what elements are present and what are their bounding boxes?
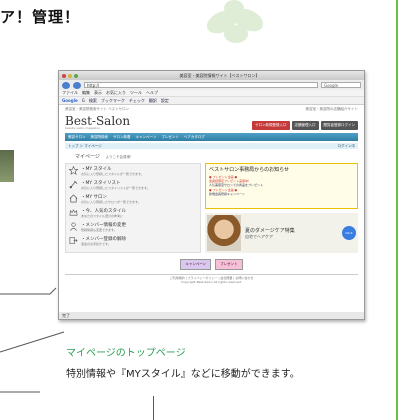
- search-input[interactable]: Google: [321, 82, 361, 88]
- site-top-note: 美容室・美容院検索サイト ベストサロン: [65, 107, 130, 111]
- banner-desc: 自宅でヘアケア: [245, 233, 273, 239]
- gnav-item[interactable]: プレゼント: [161, 135, 179, 140]
- gnav-item[interactable]: 美容院検索: [91, 135, 109, 140]
- leader-line: [0, 391, 40, 393]
- damage-care-banner[interactable]: 夏のダメージケア特集 自宅でヘアケア Click: [205, 213, 358, 253]
- banner-click-badge[interactable]: Click: [342, 226, 356, 240]
- gnav-item[interactable]: ヘアカタログ: [184, 135, 205, 140]
- salon-register-button[interactable]: サロン新規登録入口: [252, 121, 290, 130]
- breadcrumb: トップ ＞ マイページ ログイン中: [65, 143, 358, 149]
- page: ア！管理！ 美容室・美容院情報サイト【ベストサロン】 http:// Googl…: [0, 0, 411, 420]
- login-status: ログイン中: [337, 143, 356, 148]
- google-toolbar-item[interactable]: 翻訳: [149, 98, 157, 104]
- mypage-menu: ・MY スタイル お気に入り登録したスタイルが一覧できます。 ・MY スタイリスト…: [65, 163, 201, 253]
- person-icon: [70, 222, 77, 231]
- google-logo: Google: [62, 98, 78, 103]
- window-title: 美容室・美容院情報サイト【ベストサロン】: [179, 72, 260, 78]
- menu-item-member-info[interactable]: ・メンバー情報の変更 登録情報も変更できます。: [69, 222, 197, 232]
- store-admin-button[interactable]: 店舗管理入口: [291, 121, 319, 130]
- menu-edit[interactable]: 編集: [82, 90, 90, 96]
- gnav-item[interactable]: 美容サロン: [68, 135, 86, 140]
- connector-line: [153, 396, 154, 420]
- gnav-item[interactable]: サロン新着: [113, 135, 131, 140]
- menu-view[interactable]: 表示: [94, 90, 102, 96]
- global-nav: 美容サロン 美容院検索 サロン新着 キャンペーン プレゼント ヘアカタログ: [65, 133, 358, 141]
- site-footer: ご利用規約 | プライバシーポリシー | 会社概要 | お問い合わせ Copyr…: [65, 274, 358, 284]
- footer-copyright: Copyright Best-Salon All rights reserved…: [181, 280, 242, 284]
- mypage-title: マイページ ようこそ会員様！: [75, 154, 134, 160]
- minimize-window-icon[interactable]: [68, 73, 72, 78]
- crown-icon: [69, 209, 78, 216]
- star-icon: [69, 166, 78, 175]
- site-logo[interactable]: Best-Salon beauty salon magazine: [65, 115, 130, 130]
- banner-title: 夏のダメージケア特集: [245, 227, 295, 234]
- menu-favorites[interactable]: お気に入り: [106, 90, 126, 96]
- page-heading-fragment: ア！管理！: [0, 8, 81, 26]
- menu-file[interactable]: ファイル: [62, 90, 78, 96]
- left-edge-photo: [0, 150, 14, 182]
- menu-help[interactable]: ヘルプ: [146, 90, 158, 96]
- caption-title: マイページのトップページ: [66, 348, 186, 359]
- menu-item-my-salon[interactable]: ・MY サロン お気に入り登録したサロンが一覧できます。: [69, 194, 197, 204]
- caption-body: 特別情報や『MYスタイル』などに移動ができます。: [66, 369, 300, 380]
- site-content: 美容室・美容院検索サイト ベストサロン 美容室・美容院の店舗紹介サイト Best…: [59, 105, 364, 286]
- news-box: ベストサロン事務局からのお知らせ ● プレゼント企画 ● 会員様限定プレゼント実…: [205, 163, 358, 209]
- breadcrumb-path[interactable]: トップ ＞ マイページ: [68, 144, 102, 149]
- model-photo: [207, 215, 241, 251]
- site-top-right-note: 美容室・美容院の店舗紹介サイト: [305, 107, 359, 111]
- google-toolbar-item[interactable]: G: [82, 98, 85, 103]
- google-toolbar-item[interactable]: 設定: [161, 98, 169, 104]
- menu-item-popular-style[interactable]: ・今、人気のスタイル あなたのスタイル選びの参考に: [69, 208, 197, 218]
- close-window-icon[interactable]: [62, 73, 66, 78]
- google-toolbar-item[interactable]: 検索: [89, 98, 97, 104]
- exit-icon: [69, 237, 78, 244]
- news-line[interactable]: 新規会員登録キャンペーン: [209, 192, 354, 196]
- browser-navbar: http:// Google: [59, 80, 364, 90]
- menu-item-my-style[interactable]: ・MY スタイル お気に入り登録したスタイルが一覧できます。: [69, 166, 197, 176]
- leader-line: [0, 331, 65, 353]
- menu-item-unsubscribe[interactable]: ・メンバー登録の解除 退会のお手続きです。: [69, 236, 197, 246]
- google-toolbar: Google G 検索 ブックマーク チェック 翻訳 設定: [59, 97, 364, 105]
- browser-statusbar: 完了: [59, 312, 364, 319]
- browser-titlebar: 美容室・美容院情報サイト【ベストサロン】: [59, 71, 364, 80]
- clover-decoration-icon: [206, 0, 264, 43]
- menu-tools[interactable]: ツール: [130, 90, 142, 96]
- present-promo-button[interactable]: プレゼント: [215, 259, 243, 270]
- right-accent-rule: [396, 0, 398, 420]
- viewer-login-button[interactable]: 閲覧者登録ログイン: [320, 121, 358, 130]
- mypage-welcome: ようこそ会員様！: [105, 155, 134, 159]
- back-button[interactable]: [62, 81, 70, 89]
- news-title: ベストサロン事務局からのお知らせ: [209, 167, 290, 173]
- brush-icon: [69, 180, 78, 189]
- gnav-item[interactable]: キャンペーン: [136, 135, 157, 140]
- forward-button[interactable]: [73, 81, 81, 89]
- google-toolbar-item[interactable]: チェック: [129, 98, 145, 104]
- browser-window: 美容室・美容院情報サイト【ベストサロン】 http:// Google ファイル…: [58, 70, 365, 320]
- house-icon: [69, 194, 78, 203]
- menu-item-my-stylist[interactable]: ・MY スタイリスト お気に入り登録したスタイリストが一覧できます。: [69, 180, 197, 190]
- campaign-promo-button[interactable]: キャンペーン: [180, 259, 212, 270]
- google-toolbar-item[interactable]: ブックマーク: [101, 98, 125, 104]
- address-bar[interactable]: http://: [84, 82, 318, 88]
- browser-menubar: ファイル 編集 表示 お気に入り ツール ヘルプ: [59, 90, 364, 97]
